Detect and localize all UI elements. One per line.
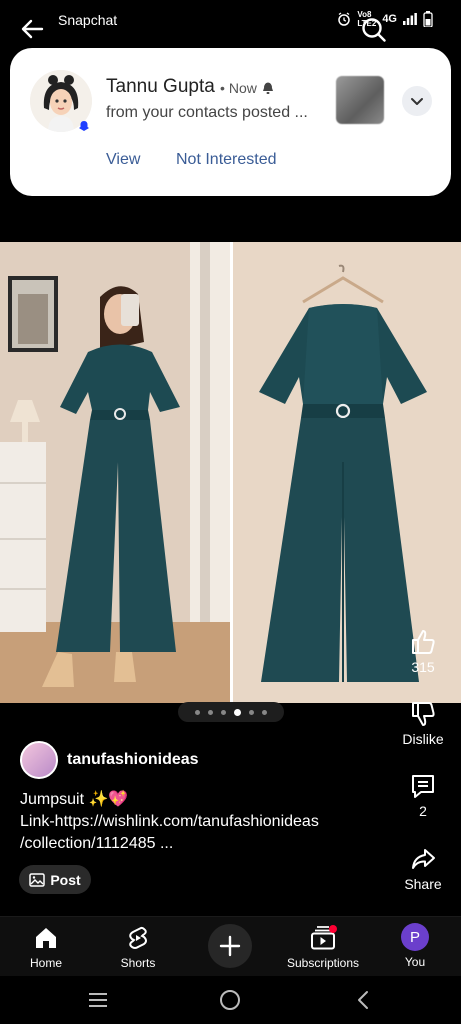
caption[interactable]: Jumpsuit ✨💖 Link-https://wishlink.com/ta… [20,789,350,855]
notification-card[interactable]: Tannu Gupta • Now from your contacts pos… [10,48,451,196]
signal-icon [403,13,417,25]
nav-you[interactable]: P You [390,917,440,969]
system-nav-bar [0,976,461,1024]
bell-icon [262,82,273,94]
nav-subscriptions-label: Subscriptions [286,956,360,970]
comments-button[interactable]: 2 [388,772,458,819]
notification-time: Now [228,80,257,96]
model-photo [0,242,230,703]
nav-shorts-label: Shorts [120,956,156,970]
post-chip-label: Post [50,871,81,888]
circle-home-icon [220,990,240,1010]
channel-avatar[interactable] [20,741,58,779]
not-interested-button[interactable]: Not Interested [176,151,277,169]
home-system-button[interactable] [218,988,242,1012]
avatar: P [401,923,429,951]
caption-link-continued: /collection/1112485 ... [20,835,174,852]
create-button[interactable] [208,924,252,968]
home-icon [36,928,56,948]
thumbs-down-icon [412,702,435,726]
nav-shorts[interactable]: Shorts [108,925,168,970]
like-button[interactable]: 315 [388,628,458,675]
status-app-name: Snapchat [58,12,118,28]
like-count: 315 [411,659,435,675]
notification-meta: • Now [220,80,275,96]
battery-icon [423,11,433,27]
carousel-dot[interactable] [208,709,213,715]
image-icon [29,872,46,887]
dislike-label: Dislike [402,731,444,747]
network-label: Vo8 LTE2 [357,10,376,28]
chevron-left-icon [358,991,368,1009]
subscriptions-icon [311,925,337,950]
nav-subscriptions[interactable]: Subscriptions [280,925,366,970]
carousel-dot[interactable] [221,709,226,715]
view-button[interactable]: View [106,151,140,169]
post-chip[interactable]: Post [19,865,91,894]
arrow-left-icon [21,19,44,39]
comment-icon [412,775,434,798]
dislike-button[interactable]: Dislike [388,700,458,747]
system-back-button[interactable] [352,988,376,1012]
bottom-nav: Home Shorts Subscriptions P You [0,916,461,976]
caption-link: Link-https://wishlink.com/tanufashionide… [20,813,319,830]
carousel-dot[interactable] [195,709,200,715]
carousel-dot[interactable] [249,709,254,715]
recents-button[interactable] [86,988,110,1012]
network-label-top: Vo8 [357,10,372,19]
expand-button[interactable] [402,86,432,116]
caption-title: Jumpsuit ✨💖 [20,791,129,808]
notification-body: from your contacts posted ... [106,104,308,121]
snapchat-ghost-icon [79,121,89,131]
network-label-bottom: LTE2 [357,19,377,28]
network-type: 4G [382,13,397,25]
status-icons: Vo8 LTE2 4G [337,10,433,28]
status-bar: Snapchat Vo8 LTE2 4G [0,0,461,42]
thumbs-up-icon [412,630,435,654]
chevron-down-icon [411,98,423,105]
notification-sender: Tannu Gupta [106,76,215,97]
comment-count: 2 [419,803,427,819]
nav-home[interactable]: Home [16,925,76,970]
nav-home-label: Home [29,956,62,970]
carousel-dot[interactable] [234,708,241,716]
menu-lines-icon [89,993,107,1007]
carousel-dot[interactable] [262,709,267,715]
shorts-icon [129,926,147,949]
share-label: Share [404,876,442,892]
share-icon [412,849,435,869]
back-button[interactable] [18,14,48,44]
alarm-icon [338,12,351,26]
share-button[interactable]: Share [388,845,458,892]
plus-icon [219,935,241,957]
meta-separator: • [220,80,225,96]
nav-you-label: You [404,955,426,969]
channel-name[interactable]: tanufashionideas [67,751,199,769]
notification-thumbnail [336,76,384,124]
carousel-indicator[interactable] [178,702,284,722]
